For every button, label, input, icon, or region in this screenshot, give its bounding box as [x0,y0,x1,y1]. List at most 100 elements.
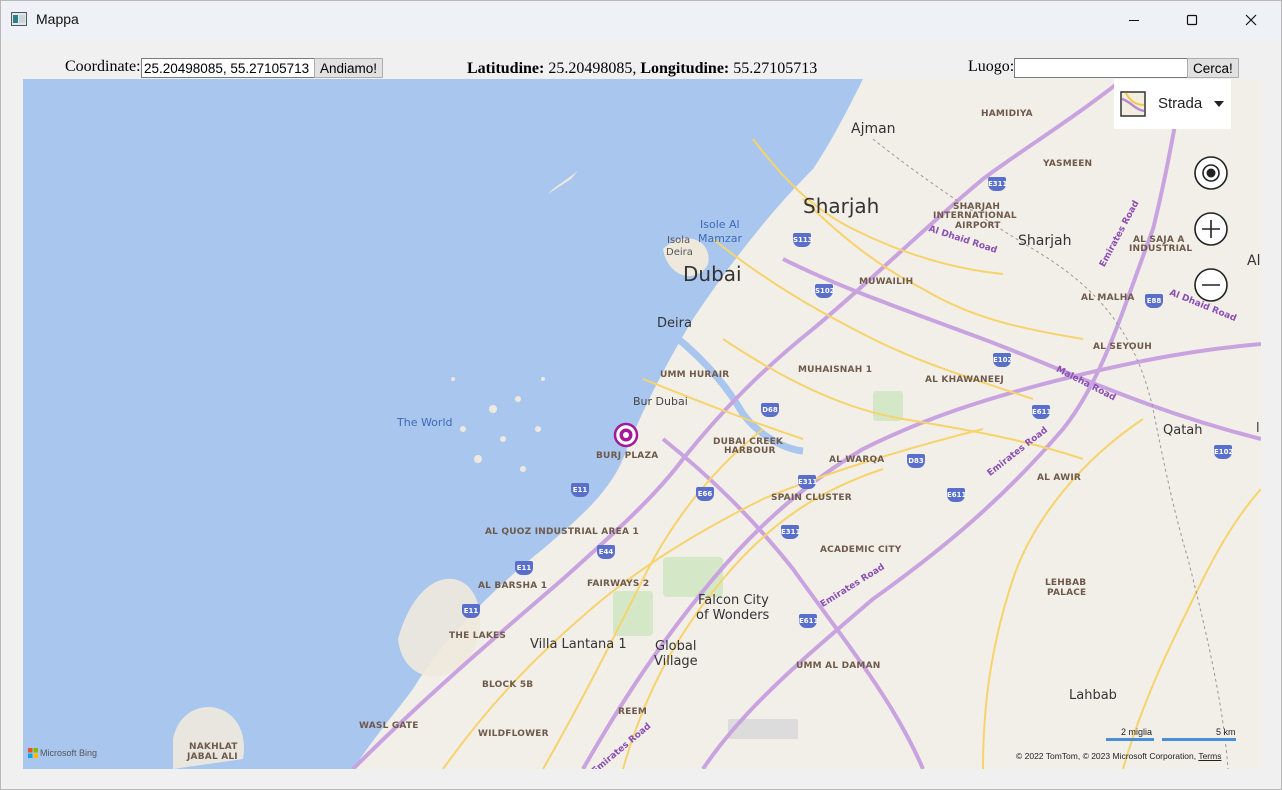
label-villa-lantana: Villa Lantana 1 [530,637,627,652]
label-burj-plaza: BURJ PLAZA [596,451,659,461]
label-nakhlat-2: JABAL ALI [187,752,238,762]
zoom-in-button[interactable] [1193,211,1229,247]
label-al-quoz: AL QUOZ INDUSTRIAL AREA 1 [485,527,639,537]
place-input[interactable] [1014,58,1189,78]
copyright: © 2022 TomTom, © 2023 Microsoft Corporat… [1016,751,1221,761]
zoom-out-button[interactable] [1193,267,1229,303]
label-the-world: The World [397,416,453,429]
terms-link[interactable]: Terms [1198,751,1221,761]
road-shield-e611: E611 [799,614,818,628]
label-global-2: Village [654,654,698,669]
map-view[interactable]: Ajman HAMIDIYA YASMEEN Sharjah SHARJAH I… [23,79,1261,769]
maximize-button[interactable] [1163,1,1221,39]
label-isole-al-2: Mamzar [698,232,742,245]
coordinates-input[interactable] [141,58,315,78]
road-shield-e311: E311 [781,525,800,539]
minimize-icon [1129,20,1139,21]
label-block-5b: BLOCK 5B [482,680,534,690]
coordinates-label: Coordinate: [65,58,141,75]
road-shield-e311: E311 [988,177,1007,191]
go-button[interactable]: Andiamo! [314,58,384,78]
map-style-selector[interactable]: Strada [1114,79,1231,129]
label-bur-dubai: Bur Dubai [633,395,688,408]
label-al-edge: Al [1247,253,1261,269]
place-label: Luogo: [968,58,1015,75]
road-shield-e66: E66 [696,487,714,501]
label-isole-al-1: Isole Al [700,218,740,231]
label-fairways: FAIRWAYS 2 [587,579,650,589]
close-button[interactable] [1222,1,1280,39]
latitude-label: Latitudine: [467,60,545,77]
title-bar: Mappa [1,1,1281,39]
label-al-malha: AL MALHA [1081,293,1135,303]
label-isola-deira-1: Isola [667,235,691,246]
scale-miles-label: 2 miglia [1121,727,1153,737]
label-nakhlat-1: NAKHLAT [189,742,238,752]
road-shield-e611: E611 [1032,405,1051,419]
road-shield-e102: E102 [1214,445,1233,459]
scale-miles-bar [1106,738,1154,741]
road-shield-e611: E611 [947,488,966,502]
longitude-value: 55.27105713 [733,60,818,77]
copyright-text: © 2022 TomTom, © 2023 Microsoft Corporat… [1016,751,1197,761]
label-dch-2: HARBOUR [724,446,776,456]
lat-lon-readout: Latitudine: 25.20498085, Longitudine: 55… [467,60,817,78]
locate-me-button[interactable] [1193,155,1229,191]
label-umm-al-daman: UMM AL DAMAN [796,661,881,671]
app-icon [11,12,27,26]
label-al-awir: AL AWIR [1037,473,1082,483]
label-deira: Deira [657,316,692,331]
search-button[interactable]: Cerca! [1187,58,1239,78]
app-window: Mappa Coordinate: Andiamo! Latitudine: 2… [0,0,1282,790]
label-lahbab: Lahbab [1069,688,1117,703]
location-pin-icon[interactable] [613,422,639,448]
latitude-value: 25.20498085, [548,60,637,77]
label-al-barsha: AL BARSHA 1 [478,581,548,591]
label-reem: REEM [618,707,647,717]
microsoft-logo-icon [28,748,38,758]
label-muwailih: MUWAILIH [859,277,914,287]
window-title: Mappa [36,11,79,27]
label-qatah: Qatah [1163,423,1203,438]
label-the-lakes: THE LAKES [449,631,507,641]
maximize-icon [1186,14,1198,26]
road-map-icon [1120,91,1146,117]
label-lehbab-1: LEHBAB [1045,578,1087,588]
bing-label: Microsoft Bing [40,748,98,758]
road-shield-e44: E44 [597,545,615,559]
minus-icon [1194,268,1228,302]
label-academic-city: ACADEMIC CITY [820,545,902,555]
road-shield-e11: E11 [571,483,589,497]
label-wildflower: WILDFLOWER [478,729,549,739]
label-umm-hurair: UMM HURAIR [660,370,730,380]
chevron-down-icon [1214,101,1224,107]
road-shield-s102: S102 [815,284,835,298]
scale-km-label: 5 km [1216,727,1236,737]
scale-bar: 2 miglia 5 km [1106,727,1236,743]
label-wasl-gate: WASL GATE [359,721,419,731]
label-falcon-2: of Wonders [696,608,770,623]
label-falcon-1: Falcon City [698,593,769,608]
toolbar: Coordinate: Andiamo! Latitudine: 25.2049… [1,39,1281,79]
road-shield-e11: E11 [462,604,480,618]
plus-icon [1194,212,1228,246]
road-shield-e102: E102 [993,353,1012,367]
label-sharjah-airport-2: INTERNATIONAL [933,211,1017,221]
label-al-warqa: AL WARQA [829,455,885,465]
label-sharjah-big: Sharjah [803,194,880,218]
label-al-khawaneej: AL KHAWANEEJ [925,375,1004,385]
map-base [173,79,1261,769]
label-sharjah-small: Sharjah [1018,233,1072,249]
label-isola-deira-2: Deira [666,247,693,258]
locate-icon [1194,156,1228,190]
road-shield-d68: D68 [761,403,779,417]
road-shield-e88: E88 [1145,294,1163,308]
road-shield-d83: D83 [907,454,925,468]
minimize-button[interactable] [1105,1,1163,39]
label-al-seyouh: AL SEYOUH [1093,342,1152,352]
label-muhaisnah: MUHAISNAH 1 [798,365,873,375]
longitude-label: Longitudine: [640,60,730,77]
close-icon [1245,14,1257,26]
label-hamidiya: HAMIDIYA [981,109,1033,119]
label-l-edge: l [1256,421,1260,436]
